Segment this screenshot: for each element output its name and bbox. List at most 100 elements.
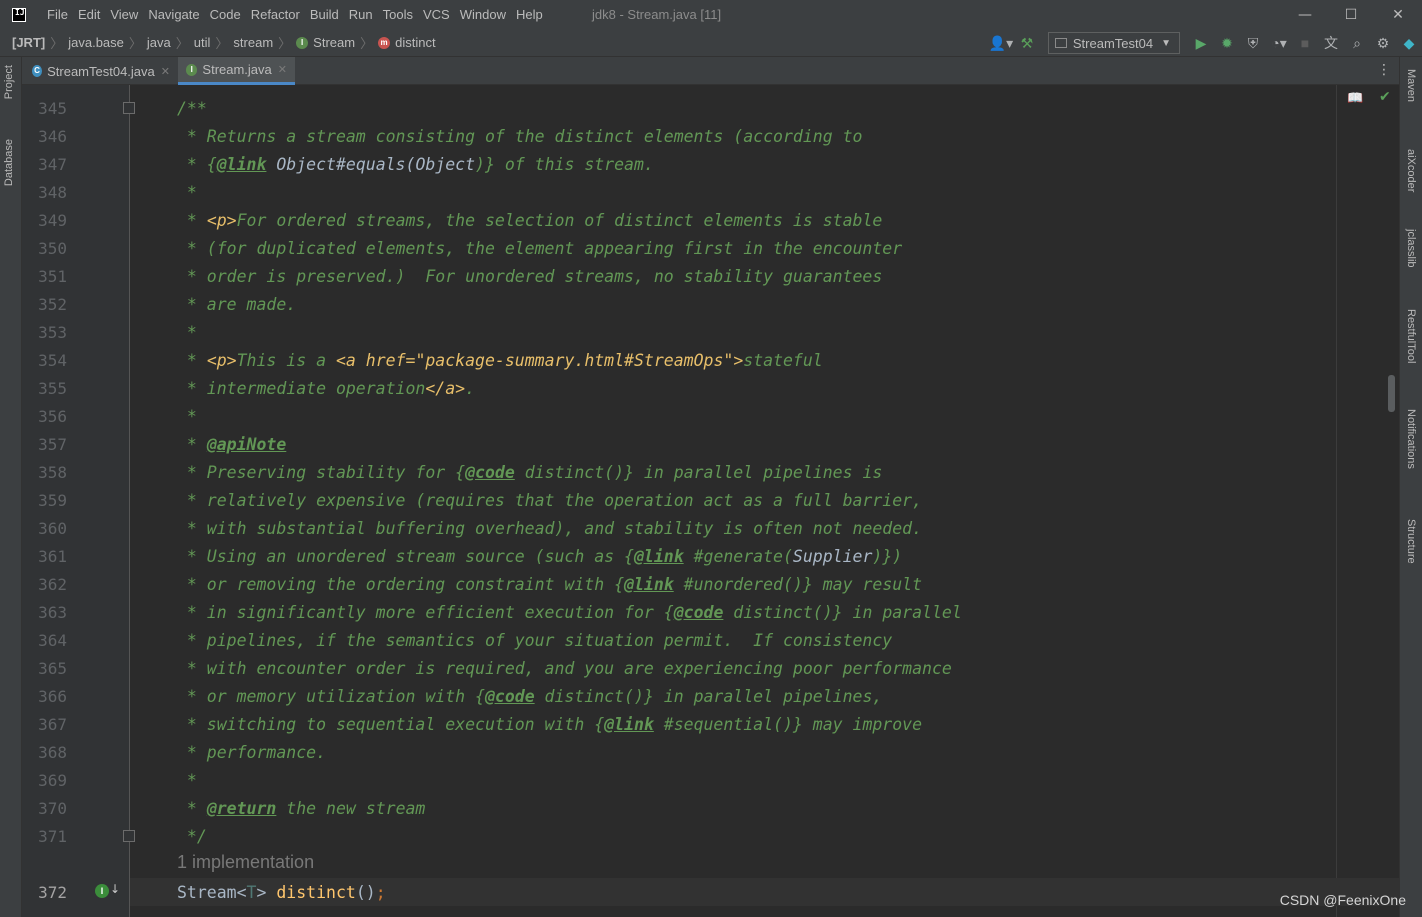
menu-file[interactable]: File (42, 7, 73, 22)
tool-tab-database[interactable]: Database (3, 139, 15, 186)
breadcrumb-separator-icon: 〉 (50, 36, 64, 51)
run-icon[interactable]: ▶ (1188, 30, 1214, 56)
left-tool-window-bar: Project Database (0, 57, 22, 917)
code-text: * pipelines, if the semantics of your si… (177, 631, 893, 650)
menu-refactor[interactable]: Refactor (246, 7, 305, 22)
menu-run[interactable]: Run (344, 7, 378, 22)
close-window-button[interactable]: ✕ (1375, 0, 1421, 29)
code-text: * @return the new stream (177, 799, 426, 818)
breadcrumb-separator-icon: 〉 (278, 36, 292, 51)
breadcrumb-item-stream-package[interactable]: stream (233, 35, 273, 50)
code-text: * intermediate operation</a>. (177, 379, 476, 398)
menu-edit[interactable]: Edit (73, 7, 105, 22)
toolbox-icon[interactable]: ◆ (1396, 30, 1422, 56)
title-bar: IJ File Edit View Navigate Code Refactor… (0, 0, 1422, 29)
javadoc-tag: @link (216, 155, 267, 174)
tool-tab-restfultool[interactable]: RestfulTool (1405, 309, 1417, 363)
line-number: 350 (38, 239, 67, 258)
breadcrumb-item-distinct[interactable]: distinct (395, 35, 435, 50)
scrollbar-thumb[interactable] (1388, 375, 1395, 412)
tool-tab-project[interactable]: Project (3, 65, 15, 99)
code-line: 367 * switching to sequential execution … (22, 711, 1399, 739)
breadcrumb-item-util[interactable]: util (194, 35, 211, 50)
build-hammer-icon[interactable]: ⚒ (1014, 30, 1040, 56)
tool-tab-notifications[interactable]: Notifications (1405, 409, 1417, 469)
code-line: 357 * @apiNote (22, 431, 1399, 459)
line-number: 364 (38, 631, 67, 650)
gear-icon[interactable]: ⚙ (1370, 30, 1396, 56)
inspection-ok-icon[interactable]: ✔ (1379, 89, 1391, 105)
tool-tab-jclasslib[interactable]: jclasslib (1405, 229, 1417, 268)
code-line: 361 * Using an unordered stream source (… (22, 543, 1399, 571)
line-number: 348 (38, 183, 67, 202)
code-text: * @apiNote (177, 435, 287, 454)
line-number: 370 (38, 799, 67, 818)
tool-tab-aixcoder[interactable]: aiXcoder (1405, 149, 1417, 192)
implementation-count-hint[interactable]: 1 implementation (177, 852, 314, 873)
profile-icon[interactable]: ◔▾ (1266, 30, 1292, 56)
more-tabs-icon[interactable]: ⋮ (1377, 62, 1391, 78)
breadcrumb: [JRT] 〉 java.base 〉 java 〉 util 〉 stream… (12, 33, 436, 52)
tool-tab-maven[interactable]: Maven (1405, 69, 1417, 102)
code-line: 355 * intermediate operation</a>. (22, 375, 1399, 403)
search-icon[interactable]: ⌕ (1344, 30, 1370, 56)
menu-vcs[interactable]: VCS (418, 7, 455, 22)
menu-view[interactable]: View (105, 7, 143, 22)
code-text: * (177, 183, 197, 202)
code-text: * are made. (177, 295, 297, 314)
debug-icon[interactable]: ✹ (1214, 30, 1240, 56)
maximize-button[interactable]: ☐ (1328, 0, 1374, 29)
code-text: * in significantly more efficient execut… (177, 603, 962, 622)
code-line: 356 * (22, 403, 1399, 431)
intellij-logo-icon[interactable]: IJ (12, 7, 26, 22)
menu-tools[interactable]: Tools (378, 7, 418, 22)
code-line: 365 * with encounter order is required, … (22, 655, 1399, 683)
translate-icon[interactable]: 文 (1318, 30, 1344, 56)
tab-stream[interactable]: I Stream.java ✕ (178, 57, 295, 85)
menu-navigate[interactable]: Navigate (143, 7, 204, 22)
interface-icon: I (186, 63, 198, 76)
line-number: 353 (38, 323, 67, 342)
breadcrumb-item-java-base[interactable]: java.base (68, 35, 124, 50)
code-line: 353 * (22, 319, 1399, 347)
user-icon[interactable]: 👤▾ (988, 30, 1014, 56)
code-line: 348 * (22, 179, 1399, 207)
coverage-icon[interactable]: ⛨ (1240, 30, 1266, 56)
tool-tab-structure[interactable]: Structure (1405, 519, 1417, 564)
menu-help[interactable]: Help (511, 7, 548, 22)
code-editor[interactable]: 345 /** 346 * Returns a stream consistin… (22, 85, 1399, 917)
editor-tab-bar: C StreamTest04.java ✕ I Stream.java ✕ ⋮ (22, 57, 1399, 85)
javadoc-tag: @link (604, 715, 654, 734)
code-text: * (for duplicated elements, the element … (177, 239, 903, 258)
menu-window[interactable]: Window (455, 7, 511, 22)
stop-icon[interactable]: ■ (1292, 30, 1318, 56)
close-icon[interactable]: ✕ (278, 63, 287, 76)
code-line: 352 * are made. (22, 291, 1399, 319)
breadcrumb-item-stream[interactable]: Stream (313, 35, 355, 50)
code-text: * <p>This is a <a href="package-summary.… (177, 351, 823, 370)
code-line: 350 * (for duplicated elements, the elem… (22, 235, 1399, 263)
minimize-button[interactable]: — (1282, 0, 1328, 29)
close-icon[interactable]: ✕ (161, 65, 170, 78)
menu-code[interactable]: Code (205, 7, 246, 22)
code-line: 363 * in significantly more efficient ex… (22, 599, 1399, 627)
menu-build[interactable]: Build (305, 7, 344, 22)
line-number: 371 (38, 827, 67, 846)
code-text: * performance. (177, 743, 327, 762)
tab-streamtest04[interactable]: C StreamTest04.java ✕ (24, 57, 178, 85)
code-line: 359 * relatively expensive (requires tha… (22, 487, 1399, 515)
breadcrumb-item-jrt[interactable]: [JRT] (12, 35, 45, 50)
run-configuration-select[interactable]: StreamTest04 ▼ (1047, 32, 1180, 54)
window-title: jdk8 - Stream.java [11] (592, 7, 722, 22)
code-text: * Using an unordered stream source (such… (177, 547, 903, 566)
navigation-bar: [JRT] 〉 java.base 〉 java 〉 util 〉 stream… (0, 29, 1422, 57)
reader-mode-icon[interactable]: 📖 (1347, 91, 1363, 106)
code-line: 372 Stream<T> distinct(); (22, 879, 1399, 907)
line-number: 356 (38, 407, 67, 426)
line-number: 359 (38, 491, 67, 510)
javadoc-tag: @code (484, 687, 535, 706)
code-line: 346 * Returns a stream consisting of the… (22, 123, 1399, 151)
breadcrumb-item-java[interactable]: java (147, 35, 171, 50)
javadoc-tag: @apiNote (206, 435, 287, 454)
javadoc-tag: @code (673, 603, 724, 622)
